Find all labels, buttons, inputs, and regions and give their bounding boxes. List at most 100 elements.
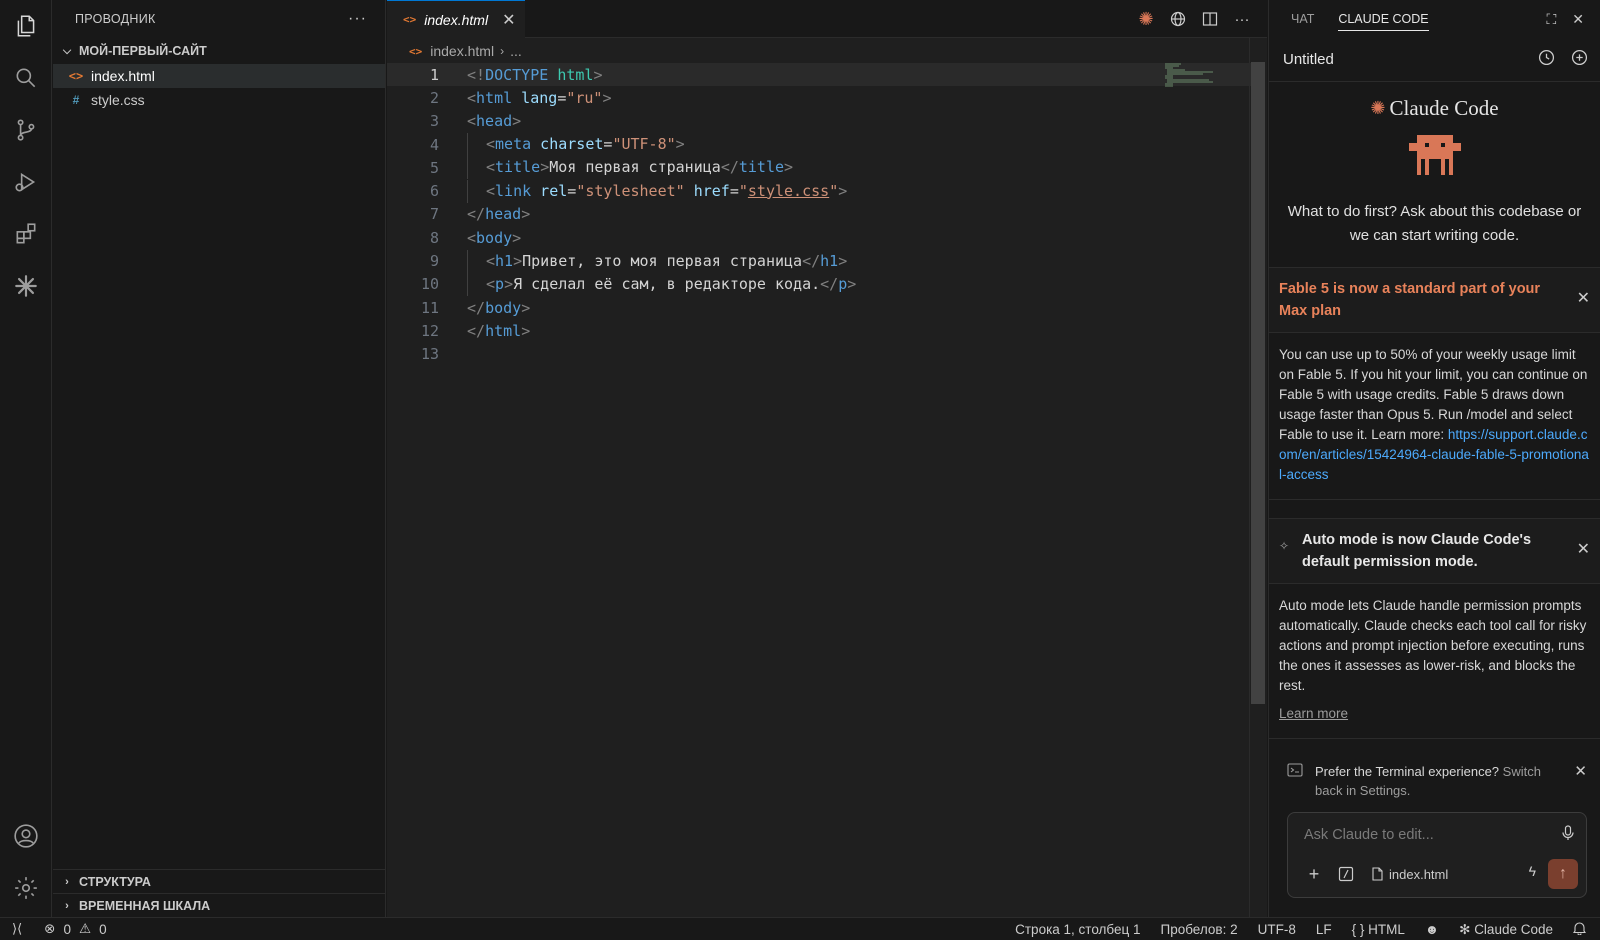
line-number: 7 <box>429 205 439 224</box>
more-actions-icon[interactable]: ··· <box>1233 10 1251 28</box>
code-line: 9 <h1>Привет, это моя первая страница</h… <box>387 249 1253 273</box>
folder-root[interactable]: ⌵ МОЙ-ПЕРВЫЙ-САЙТ <box>53 38 385 64</box>
html-file-icon: <> <box>68 69 84 83</box>
encoding[interactable]: UTF-8 <box>1258 922 1296 937</box>
account-icon[interactable] <box>0 812 52 860</box>
notice-title: Fable 5 is now a standard part of your M… <box>1269 268 1600 333</box>
explorer-title: ПРОВОДНИК <box>75 12 156 26</box>
claude-icon[interactable] <box>0 262 52 310</box>
code-line: 1 <!DOCTYPE html> <box>387 63 1253 87</box>
explorer-sidebar: ПРОВОДНИК ··· ⌵ МОЙ-ПЕРВЫЙ-САЙТ <> index… <box>53 0 386 917</box>
code-line: 10 <p>Я сделал её сам, в редакторе кода.… <box>387 272 1253 296</box>
close-icon[interactable]: ✕ <box>1577 539 1590 559</box>
run-debug-icon[interactable] <box>0 158 52 206</box>
line-number: 2 <box>429 88 439 107</box>
line-number: 6 <box>429 182 439 201</box>
breadcrumb: <> index.html › ... <box>387 38 1267 64</box>
close-icon[interactable]: ✕ <box>1563 762 1587 800</box>
slash-command-icon[interactable] <box>1332 861 1360 887</box>
new-session-icon[interactable] <box>1571 49 1588 70</box>
search-icon[interactable] <box>0 54 52 102</box>
activity-bar <box>0 0 52 917</box>
terminal-tip: Prefer the Terminal experience? Switch b… <box>1287 762 1587 800</box>
microphone-icon[interactable] <box>1562 825 1574 844</box>
bell-icon[interactable] <box>1572 921 1587 938</box>
editor-actions: ✺ ··· <box>1137 0 1251 38</box>
history-icon[interactable] <box>1538 49 1555 70</box>
outline-title: СТРУКТУРА <box>79 875 151 889</box>
braces-icon: { } <box>1351 922 1365 937</box>
maximize-icon[interactable]: ⛶ <box>1546 11 1556 28</box>
notice-body: Auto mode lets Claude handle permission … <box>1269 584 1600 738</box>
chat-composer: Ask Claude to edit... + index.html ϟ ↑ <box>1287 812 1587 898</box>
claude-status[interactable]: ✻ Claude Code <box>1459 922 1553 938</box>
language-mode[interactable]: { } HTML <box>1352 922 1405 937</box>
globe-preview-icon[interactable] <box>1169 10 1187 28</box>
welcome-text: What to do first? Ask about this codebas… <box>1287 203 1582 244</box>
claude-star-icon[interactable]: ✺ <box>1137 9 1155 29</box>
lightning-icon[interactable]: ϟ <box>1529 863 1536 879</box>
close-icon[interactable]: ✕ <box>1572 11 1584 28</box>
timeline-section[interactable]: › ВРЕМЕННАЯ ШКАЛА <box>53 893 386 918</box>
error-count[interactable]: 0 <box>63 922 71 937</box>
code-line: 11 </body> <box>387 296 1253 319</box>
breadcrumb-rest[interactable]: ... <box>510 43 522 59</box>
tab-chat[interactable]: ЧАТ <box>1291 12 1314 26</box>
remote-icon[interactable]: ⟩⟨ <box>12 921 22 937</box>
minimap[interactable] <box>1163 62 1223 92</box>
claude-panel: ЧАТ CLAUDE CODE ⛶ ✕ Untitled ✺ Claude Co… <box>1268 0 1600 917</box>
copilot-icon[interactable]: ☻ <box>1425 922 1439 937</box>
add-icon[interactable]: + <box>1300 861 1328 887</box>
cursor-position[interactable]: Строка 1, столбец 1 <box>1015 922 1140 937</box>
tab-index-html[interactable]: <> index.html ✕ <box>387 0 525 38</box>
source-control-icon[interactable] <box>0 106 52 154</box>
warning-count[interactable]: 0 <box>99 922 107 937</box>
close-icon[interactable]: ✕ <box>1577 288 1590 308</box>
extensions-icon[interactable] <box>0 210 52 258</box>
chevron-right-icon: › <box>65 900 69 912</box>
html-file-icon: <> <box>409 44 423 58</box>
learn-more-link[interactable]: Learn more <box>1279 704 1348 724</box>
code-line: 13 <box>387 343 1253 366</box>
tab-claude-code[interactable]: CLAUDE CODE <box>1338 12 1429 31</box>
explorer-header: ПРОВОДНИК ··· <box>53 0 385 38</box>
attached-file-chip[interactable]: index.html <box>1372 867 1448 882</box>
line-number: 8 <box>429 228 439 247</box>
line-number: 1 <box>429 65 439 84</box>
editor-scrollbar[interactable] <box>1251 62 1265 704</box>
code-line: 2 <html lang="ru"> <box>387 86 1253 109</box>
code-line: 3 <head> <box>387 110 1253 133</box>
send-button[interactable]: ↑ <box>1548 859 1578 889</box>
prompt-input[interactable]: Ask Claude to edit... <box>1304 827 1434 843</box>
more-actions-icon[interactable]: ··· <box>348 10 367 28</box>
close-icon[interactable]: ✕ <box>502 10 515 30</box>
html-file-icon: <> <box>403 13 417 26</box>
outline-section[interactable]: › СТРУКТУРА <box>53 869 386 894</box>
file-name: style.css <box>91 92 145 108</box>
line-number: 12 <box>420 321 439 340</box>
end-of-line[interactable]: LF <box>1316 922 1332 937</box>
terminal-icon <box>1287 763 1315 800</box>
file-item-index-html[interactable]: <> index.html <box>53 64 385 88</box>
editor-area: <> index.html ✕ ✺ ··· <> index.html › ..… <box>387 0 1267 917</box>
split-editor-icon[interactable] <box>1201 10 1219 28</box>
line-number: 3 <box>429 112 439 131</box>
brand-name: Claude Code <box>1389 96 1499 120</box>
composer-toolbar: + index.html ϟ ↑ <box>1300 859 1578 889</box>
file-item-style-css[interactable]: # style.css <box>53 88 385 112</box>
error-icon[interactable]: ⊗ <box>44 921 55 937</box>
panel-tabs: ЧАТ CLAUDE CODE ⛶ ✕ <box>1269 0 1600 38</box>
line-number: 4 <box>429 135 439 154</box>
warning-icon[interactable]: ⚠ <box>79 921 91 937</box>
indentation[interactable]: Пробелов: 2 <box>1161 922 1238 937</box>
line-number: 10 <box>420 275 439 294</box>
explorer-icon[interactable] <box>0 2 52 50</box>
timeline-title: ВРЕМЕННАЯ ШКАЛА <box>79 899 211 913</box>
notice-title: Auto mode is now Claude Code's default p… <box>1269 519 1600 584</box>
session-title: Untitled <box>1283 51 1334 68</box>
code-editor[interactable]: 1 <!DOCTYPE html> 2 <html lang="ru"> 3 <… <box>387 63 1253 366</box>
tip-text: Prefer the Terminal experience? <box>1315 764 1500 779</box>
breadcrumb-file[interactable]: index.html <box>430 43 494 59</box>
notice-fable: Fable 5 is now a standard part of your M… <box>1269 268 1600 500</box>
settings-gear-icon[interactable] <box>0 864 52 912</box>
